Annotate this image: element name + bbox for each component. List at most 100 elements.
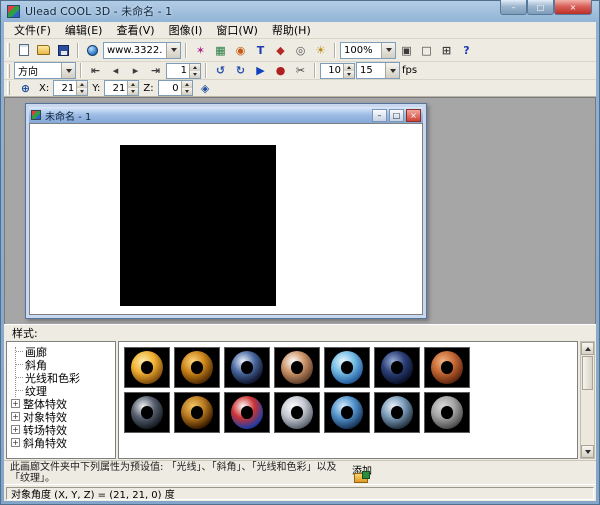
scrollbar-thumb[interactable] — [582, 356, 593, 390]
z-spinner[interactable] — [158, 80, 193, 96]
style-thumb-torus-blue-marble[interactable] — [324, 392, 370, 433]
url-combo[interactable] — [103, 42, 181, 59]
document-minimize-button[interactable]: – — [372, 109, 387, 122]
render-area[interactable] — [120, 145, 276, 306]
render-wizard-button[interactable]: ✶ — [191, 42, 210, 59]
spin-up-button[interactable] — [77, 81, 87, 88]
web-button[interactable] — [83, 42, 102, 59]
open-button[interactable] — [34, 42, 53, 59]
spin-down-button[interactable] — [128, 88, 138, 95]
tree-item-7[interactable]: +斜角特效 — [11, 436, 115, 449]
close-button[interactable]: × — [554, 0, 592, 15]
spin-down-button[interactable] — [190, 71, 200, 78]
fps-combo[interactable] — [356, 62, 400, 79]
style-thumb-torus-gray-flat[interactable] — [424, 392, 470, 433]
redo-button[interactable]: ↻ — [231, 62, 250, 79]
menu-item-1[interactable]: 编辑(E) — [58, 21, 110, 39]
menu-item-4[interactable]: 窗口(W) — [209, 21, 264, 39]
document-title-bar[interactable]: 未命名 - 1 – □ × — [29, 107, 423, 123]
y-input[interactable] — [105, 81, 127, 95]
fit-window-button[interactable]: ▣ — [397, 42, 416, 59]
insert-shape-button[interactable]: ◆ — [271, 42, 290, 59]
spin-down-button[interactable] — [77, 88, 87, 95]
style-thumb-torus-charcoal-rim[interactable] — [124, 392, 170, 433]
style-thumb-torus-silver[interactable] — [274, 392, 320, 433]
expand-icon[interactable]: + — [11, 438, 20, 447]
menu-item-5[interactable]: 帮助(H) — [265, 21, 318, 39]
y-spinner[interactable] — [104, 80, 139, 96]
frame-input[interactable] — [167, 64, 189, 78]
frame-spinner[interactable] — [166, 63, 201, 79]
next-frame-button[interactable]: ▸ — [126, 62, 145, 79]
standard-toolbar: ✶▦◉T◆◎☀ ▣□⊞? — [4, 39, 596, 62]
spin-up-button[interactable] — [190, 64, 200, 71]
record-button[interactable]: ● — [271, 62, 290, 79]
prev-frame-button[interactable]: ◂ — [106, 62, 125, 79]
move-object-button[interactable]: ◈ — [196, 80, 215, 97]
spin-up-button[interactable] — [182, 81, 192, 88]
style-thumb-torus-steel-blue[interactable] — [374, 392, 420, 433]
play-button[interactable]: ▶ — [251, 62, 270, 79]
camera-button[interactable]: ◎ — [291, 42, 310, 59]
duration-spinner[interactable] — [320, 63, 355, 79]
actual-size-button[interactable]: □ — [417, 42, 436, 59]
menu-item-3[interactable]: 图像(I) — [162, 21, 210, 39]
document-window[interactable]: 未命名 - 1 – □ × — [25, 103, 427, 319]
expand-icon[interactable]: + — [11, 412, 20, 421]
style-thumb-torus-navy-chrome[interactable] — [224, 347, 270, 388]
fps-combo-drop-button[interactable] — [385, 63, 399, 78]
new-button[interactable] — [14, 42, 33, 59]
maximize-button[interactable]: □ — [527, 0, 554, 15]
insert-text-button[interactable]: T — [251, 42, 270, 59]
zoom-input[interactable] — [341, 45, 381, 56]
spin-down-button[interactable] — [182, 88, 192, 95]
z-input[interactable] — [159, 81, 181, 95]
scroll-down-button[interactable] — [581, 445, 594, 458]
style-thumb-torus-gold-dark[interactable] — [174, 347, 220, 388]
last-frame-button[interactable]: ⇥ — [146, 62, 165, 79]
expand-icon[interactable]: + — [11, 425, 20, 434]
cut-button[interactable]: ✂ — [291, 62, 310, 79]
texture-button[interactable]: ▦ — [211, 42, 230, 59]
spin-down-button[interactable] — [344, 71, 354, 78]
direction-input[interactable] — [15, 65, 61, 76]
style-thumb-torus-multicolor[interactable] — [224, 392, 270, 433]
document-maximize-button[interactable]: □ — [389, 109, 404, 122]
grid-button[interactable]: ⊞ — [437, 42, 456, 59]
menu-item-0[interactable]: 文件(F) — [7, 21, 58, 39]
x-input[interactable] — [54, 81, 76, 95]
zoom-combo[interactable] — [340, 42, 396, 59]
scrollbar-track[interactable] — [581, 355, 594, 445]
save-button[interactable] — [54, 42, 73, 59]
style-thumb-torus-rust-texture[interactable] — [424, 347, 470, 388]
duration-input[interactable] — [321, 64, 343, 78]
style-thumb-torus-copper-white[interactable] — [274, 347, 320, 388]
rotate-object-button[interactable]: ⊕ — [16, 80, 35, 97]
direction-combo-drop-button[interactable] — [61, 63, 75, 78]
minimize-button[interactable]: – — [500, 0, 527, 15]
scroll-up-button[interactable] — [581, 342, 594, 355]
spin-up-button[interactable] — [128, 81, 138, 88]
document-canvas[interactable] — [29, 123, 423, 315]
undo-button[interactable]: ↺ — [211, 62, 230, 79]
style-thumb-torus-sky-spotted[interactable] — [324, 347, 370, 388]
style-thumb-torus-gold-bright[interactable] — [124, 347, 170, 388]
menu-item-2[interactable]: 查看(V) — [109, 21, 161, 39]
style-thumb-torus-midnight[interactable] — [374, 347, 420, 388]
help-button[interactable]: ? — [457, 42, 476, 59]
color-wheel-button[interactable]: ◉ — [231, 42, 250, 59]
fps-input[interactable] — [357, 65, 385, 76]
url-input[interactable] — [104, 45, 166, 56]
gallery-scrollbar[interactable] — [580, 341, 595, 459]
add-style-button[interactable] — [354, 473, 368, 483]
x-spinner[interactable] — [53, 80, 88, 96]
direction-combo[interactable] — [14, 62, 76, 79]
style-thumb-torus-leopard[interactable] — [174, 392, 220, 433]
document-close-button[interactable]: × — [406, 109, 421, 122]
lighting-button[interactable]: ☀ — [311, 42, 330, 59]
spin-up-button[interactable] — [344, 64, 354, 71]
zoom-combo-drop-button[interactable] — [381, 43, 395, 58]
url-combo-drop-button[interactable] — [166, 43, 180, 58]
first-frame-button[interactable]: ⇤ — [86, 62, 105, 79]
expand-icon[interactable]: + — [11, 399, 20, 408]
